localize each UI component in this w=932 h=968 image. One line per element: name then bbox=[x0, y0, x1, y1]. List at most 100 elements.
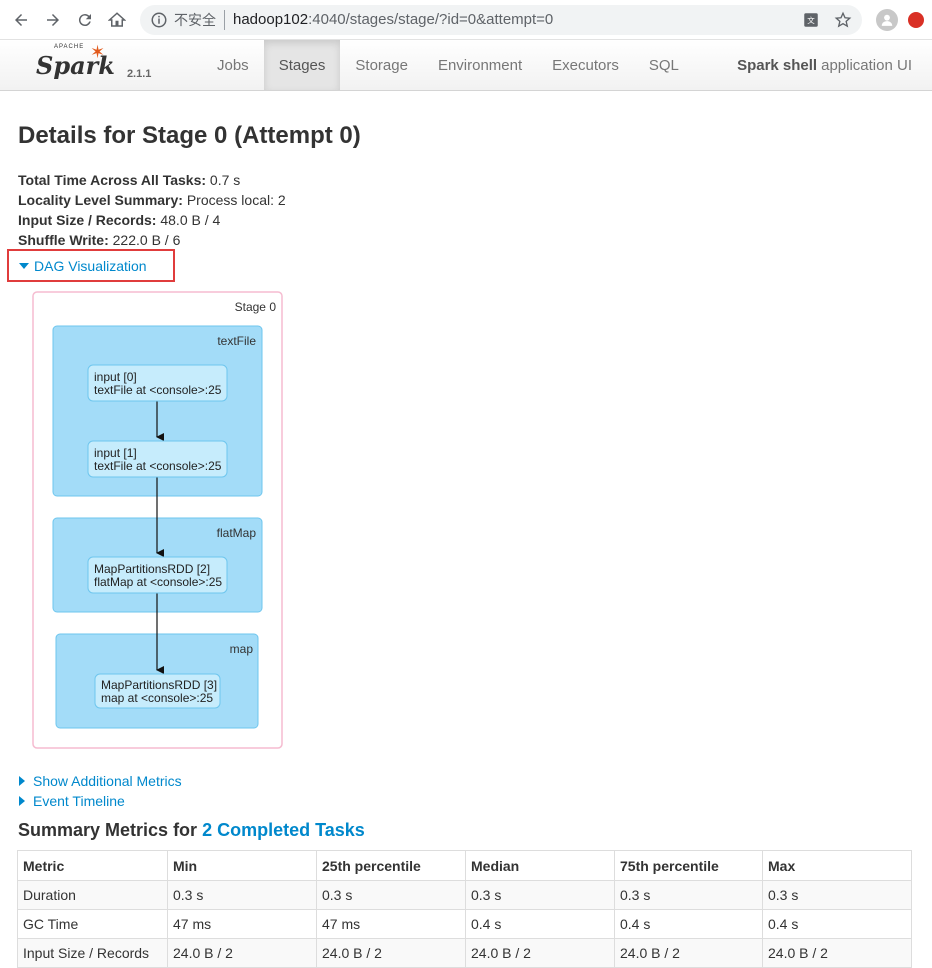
table-row: Input Size / Records 24.0 B / 2 24.0 B /… bbox=[17, 938, 912, 968]
tab-jobs[interactable]: Jobs bbox=[202, 40, 264, 90]
rdd-node-name: input [1] bbox=[94, 446, 137, 460]
page-content: Details for Stage 0 (Attempt 0) Total Ti… bbox=[0, 122, 932, 250]
table-header-row: Metric Min 25th percentile Median 75th p… bbox=[17, 850, 912, 881]
summary-metrics-table: Metric Min 25th percentile Median 75th p… bbox=[17, 850, 912, 968]
column-header[interactable]: Metric bbox=[17, 850, 168, 881]
tab-storage[interactable]: Storage bbox=[340, 40, 423, 90]
collapsed-caret-icon bbox=[19, 776, 25, 786]
summary-metrics-heading: Summary Metrics for 2 Completed Tasks bbox=[18, 820, 365, 841]
url-host: hadoop102 bbox=[233, 11, 309, 28]
tab-stages[interactable]: Stages bbox=[263, 40, 341, 90]
bookmark-star-icon[interactable] bbox=[834, 11, 852, 29]
table-cell: 0.4 s bbox=[465, 909, 615, 939]
table-cell: Duration bbox=[17, 880, 168, 910]
svg-text:文: 文 bbox=[807, 15, 815, 25]
summary-locality: Locality Level Summary: Process local: 2 bbox=[18, 190, 914, 210]
table-row: GC Time 47 ms 47 ms 0.4 s 0.4 s 0.4 s bbox=[17, 909, 912, 939]
table-cell: 24.0 B / 2 bbox=[465, 938, 615, 968]
event-timeline-link[interactable]: Event Timeline bbox=[19, 791, 182, 811]
app-title: Spark shell application UI bbox=[737, 40, 912, 90]
event-timeline-label: Event Timeline bbox=[33, 793, 125, 809]
spark-version: 2.1.1 bbox=[126, 68, 152, 80]
table-cell: 0.3 s bbox=[316, 880, 466, 910]
cluster-map bbox=[55, 633, 259, 729]
cluster-label: flatMap bbox=[217, 526, 257, 540]
column-header[interactable]: 25th percentile bbox=[316, 850, 466, 881]
forward-arrow-icon[interactable] bbox=[40, 7, 66, 33]
reload-icon[interactable] bbox=[72, 7, 98, 33]
spark-star-icon: ✶ bbox=[90, 42, 106, 62]
browser-toolbar: 不安全 hadoop102:4040/stages/stage/?id=0&at… bbox=[0, 0, 932, 40]
show-metrics-label: Show Additional Metrics bbox=[33, 773, 182, 789]
summary-total-time: Total Time Across All Tasks: 0.7 s bbox=[18, 170, 914, 190]
tab-sql[interactable]: SQL bbox=[634, 40, 694, 90]
table-cell: 24.0 B / 2 bbox=[614, 938, 763, 968]
table-cell: 0.3 s bbox=[167, 880, 317, 910]
column-header[interactable]: 75th percentile bbox=[614, 850, 763, 881]
table-cell: 0.3 s bbox=[465, 880, 615, 910]
page-title: Details for Stage 0 (Attempt 0) bbox=[18, 122, 361, 149]
table-cell: 24.0 B / 2 bbox=[167, 938, 317, 968]
expanded-caret-icon bbox=[19, 262, 29, 269]
summary-value: 48.0 B / 4 bbox=[160, 212, 221, 228]
table-cell: Input Size / Records bbox=[17, 938, 168, 968]
back-arrow-icon[interactable] bbox=[8, 7, 34, 33]
spark-logo[interactable]: APACHE Spark ✶ 2.1.1 bbox=[36, 40, 202, 90]
rdd-node-name: MapPartitionsRDD [2] bbox=[94, 562, 210, 576]
rdd-node-name: input [0] bbox=[94, 370, 137, 384]
collapsible-links: Show Additional Metrics Event Timeline bbox=[19, 771, 182, 811]
rdd-node-callsite: flatMap at <console>:25 bbox=[94, 575, 222, 589]
show-additional-metrics-link[interactable]: Show Additional Metrics bbox=[19, 771, 182, 791]
column-header[interactable]: Max bbox=[762, 850, 912, 881]
collapsed-caret-icon bbox=[19, 796, 25, 806]
column-header[interactable]: Min bbox=[167, 850, 317, 881]
profile-avatar-icon[interactable] bbox=[876, 8, 898, 31]
table-row: Duration 0.3 s 0.3 s 0.3 s 0.3 s 0.3 s bbox=[17, 880, 912, 910]
completed-tasks-link[interactable]: 2 Completed Tasks bbox=[202, 820, 365, 840]
rdd-node-callsite: textFile at <console>:25 bbox=[94, 459, 222, 473]
brand-apache: APACHE bbox=[54, 44, 85, 50]
home-icon[interactable] bbox=[104, 7, 130, 33]
address-bar[interactable]: 不安全 hadoop102:4040/stages/stage/?id=0&at… bbox=[140, 4, 862, 35]
dag-toggle-label: DAG Visualization bbox=[34, 257, 147, 274]
cluster-textfile bbox=[52, 325, 263, 497]
rdd-node bbox=[94, 673, 221, 709]
table-cell: GC Time bbox=[17, 909, 168, 939]
table-cell: 0.3 s bbox=[762, 880, 912, 910]
stage-box bbox=[32, 291, 283, 749]
summary-value: Process local: 2 bbox=[186, 192, 286, 208]
column-header[interactable]: Median bbox=[465, 850, 615, 881]
tab-executors[interactable]: Executors bbox=[537, 40, 634, 90]
nav-tabs: Jobs Stages Storage Environment Executor… bbox=[202, 40, 694, 90]
rdd-node-text: MapPartitionsRDD [2] flatMap at <console… bbox=[94, 562, 222, 589]
rdd-node bbox=[87, 440, 228, 478]
table-cell: 0.3 s bbox=[614, 880, 763, 910]
table-cell: 0.4 s bbox=[762, 909, 912, 939]
rdd-node-callsite: map at <console>:25 bbox=[101, 691, 213, 705]
summary-value: 222.0 B / 6 bbox=[112, 232, 181, 248]
info-icon[interactable] bbox=[150, 11, 168, 29]
rdd-node-callsite: textFile at <console>:25 bbox=[94, 383, 222, 397]
cluster-label: map bbox=[230, 642, 254, 656]
cluster-flatmap bbox=[52, 517, 263, 613]
summary-label: Total Time Across All Tasks: bbox=[18, 172, 207, 188]
table-cell: 0.4 s bbox=[614, 909, 763, 939]
cluster-label: textFile bbox=[217, 334, 256, 348]
url-path: :4040/stages/stage/?id=0&attempt=0 bbox=[308, 11, 554, 28]
app-name: Spark shell bbox=[737, 56, 818, 74]
summary-value: 0.7 s bbox=[209, 172, 241, 188]
table-cell: 47 ms bbox=[167, 909, 317, 939]
tab-environment[interactable]: Environment bbox=[423, 40, 537, 90]
translate-icon[interactable]: 文 bbox=[802, 11, 820, 29]
summary-input-size: Input Size / Records: 48.0 B / 4 bbox=[18, 210, 914, 230]
rdd-node-text: input [1] textFile at <console>:25 bbox=[94, 446, 222, 473]
insecure-label: 不安全 bbox=[174, 9, 225, 30]
extension-icon[interactable] bbox=[908, 11, 924, 28]
summary-label: Shuffle Write: bbox=[18, 232, 109, 248]
app-suffix: application UI bbox=[821, 56, 912, 74]
dag-visualization-toggle[interactable]: DAG Visualization bbox=[7, 249, 175, 282]
rdd-node-name: MapPartitionsRDD [3] bbox=[101, 678, 217, 692]
table-cell: 24.0 B / 2 bbox=[316, 938, 466, 968]
rdd-node bbox=[87, 364, 228, 402]
rdd-node-text: MapPartitionsRDD [3] map at <console>:25 bbox=[101, 678, 220, 705]
